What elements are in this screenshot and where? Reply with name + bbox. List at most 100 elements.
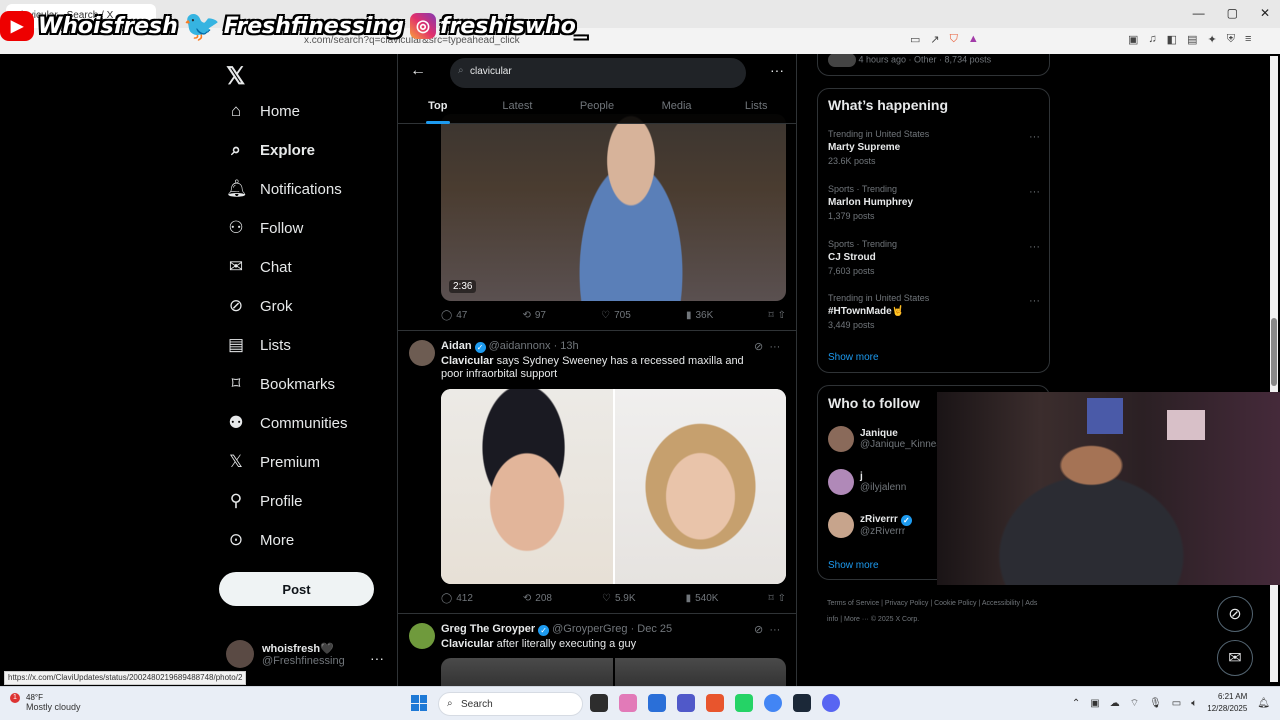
nav-more[interactable]: ⊙ More xyxy=(226,521,294,559)
nav-explore[interactable]: ⌕ Explore xyxy=(226,131,315,169)
nav-home[interactable]: ⌂ Home xyxy=(226,92,300,130)
close-icon[interactable]: ✕ xyxy=(1260,6,1270,20)
tweet-author-handle[interactable]: @aidannonx xyxy=(489,340,551,352)
more-icon[interactable]: ··· xyxy=(769,341,780,353)
bookmark-button[interactable]: ⌑ ⇧ xyxy=(768,310,786,321)
wallet-icon[interactable]: ▤ xyxy=(1187,33,1197,46)
share-icon[interactable]: ⇧ xyxy=(778,310,786,321)
follow-suggestion[interactable]: zRiverrr ✓ @zRiverrr xyxy=(828,512,915,538)
tab-people[interactable]: People xyxy=(557,96,637,124)
bookmark-button[interactable]: ⌑ ⇧ xyxy=(768,593,786,604)
chevron-up-icon[interactable]: ⌃ xyxy=(1072,698,1080,709)
more-icon[interactable]: ··· xyxy=(1029,295,1040,307)
footer-links[interactable]: Terms of Service | Privacy Policy | Cook… xyxy=(827,596,1047,628)
tweet-author-name[interactable]: Aidan xyxy=(441,340,472,352)
reply-button[interactable]: ◯ 412 xyxy=(441,593,473,604)
tab-latest[interactable]: Latest xyxy=(478,96,558,124)
app-tray-icon[interactable]: ▣ xyxy=(1090,698,1099,709)
show-more-link[interactable]: Show more xyxy=(828,560,879,571)
tweet-video[interactable]: 2:36 xyxy=(441,114,786,301)
nav-follow[interactable]: ⚇ Follow xyxy=(226,209,303,247)
grok-icon[interactable]: ⊘ xyxy=(754,624,763,636)
like-button[interactable]: ♡ 5.9K xyxy=(602,593,636,604)
share-icon[interactable]: ⇧ xyxy=(778,593,786,604)
minimize-icon[interactable]: — xyxy=(1193,6,1205,20)
weather-widget[interactable]: 1 48°F Mostly cloudy xyxy=(10,693,81,712)
volume-icon[interactable]: 🔈︎ xyxy=(1191,698,1197,709)
tweet-author-handle[interactable]: @GroyperGreg xyxy=(552,623,627,635)
show-more-link[interactable]: Show more xyxy=(828,352,879,363)
page-scrollbar[interactable] xyxy=(1270,56,1278,682)
chrome-icon[interactable] xyxy=(764,694,782,712)
tweet-images[interactable] xyxy=(441,389,786,584)
more-icon[interactable]: ··· xyxy=(769,624,780,636)
tab-lists[interactable]: Lists xyxy=(716,96,796,124)
tweet-time[interactable]: · Dec 25 xyxy=(631,623,673,635)
x-logo-icon[interactable]: 𝕏 xyxy=(226,62,245,91)
taskbar-search[interactable]: ⌕ Search xyxy=(438,692,583,716)
menu-icon[interactable]: ≡ xyxy=(1245,33,1251,46)
follow-suggestion[interactable]: j @ilyjalenn xyxy=(828,469,906,495)
windows-start-icon[interactable] xyxy=(411,695,427,711)
chat-app-icon[interactable] xyxy=(735,694,753,712)
nav-chat[interactable]: ✉ Chat xyxy=(226,248,292,286)
tweet-photo-2[interactable] xyxy=(614,658,786,686)
more-icon[interactable]: ··· xyxy=(1029,131,1040,143)
like-button[interactable]: ♡ 705 xyxy=(601,310,631,321)
tab-top[interactable]: Top xyxy=(398,96,478,124)
more-icon[interactable]: ··· xyxy=(1029,186,1040,198)
panel-icon[interactable]: ◧ xyxy=(1167,33,1177,46)
messages-fab-icon[interactable]: ✉ xyxy=(1217,640,1253,676)
trend-card-top[interactable]: 4 hours ago · Other · 8,734 posts xyxy=(817,54,1050,76)
copilot-icon[interactable] xyxy=(619,694,637,712)
grok-icon[interactable]: ⊘ xyxy=(754,341,763,353)
post-button[interactable]: Post xyxy=(219,572,374,606)
trend-item[interactable]: Sports · Trending CJ Stroud 7,603 posts … xyxy=(828,239,1040,276)
tweet-photo-1[interactable] xyxy=(441,658,613,686)
cast-icon[interactable]: ▭ xyxy=(910,33,920,46)
tweet-time[interactable]: · 13h xyxy=(554,340,579,352)
account-switcher[interactable]: whoisfresh🖤 @Freshfinessing xyxy=(226,640,345,668)
task-view-icon[interactable] xyxy=(590,694,608,712)
more-icon[interactable]: ··· xyxy=(1029,241,1040,253)
grok-fab-icon[interactable]: ⊘ xyxy=(1217,596,1253,632)
shield-icon[interactable]: ⛉ xyxy=(950,33,958,46)
scrollbar-thumb[interactable] xyxy=(1271,318,1277,386)
nav-lists[interactable]: ▤ Lists xyxy=(226,326,291,364)
back-arrow-icon[interactable]: ← xyxy=(410,62,426,80)
microphone-icon[interactable]: 🎙︎ xyxy=(1149,698,1162,709)
maximize-icon[interactable]: ▢ xyxy=(1227,6,1238,20)
reply-button[interactable]: ◯ 47 xyxy=(441,310,467,321)
tweet-photo-2[interactable] xyxy=(614,389,786,584)
vpn-icon[interactable]: ⛨ xyxy=(1227,33,1235,46)
nav-grok[interactable]: ⊘ Grok xyxy=(226,287,293,325)
clock[interactable]: 6:21 AM 12/28/2025 xyxy=(1207,691,1247,715)
tweet-images[interactable] xyxy=(441,658,786,686)
teams-icon[interactable] xyxy=(677,694,695,712)
triangle-icon[interactable]: ▲ xyxy=(968,33,979,46)
tweet-author-name[interactable]: Greg The Groyper xyxy=(441,623,535,635)
more-icon[interactable]: ··· xyxy=(370,650,384,666)
sidebar-icon[interactable]: ▣ xyxy=(1128,33,1138,46)
discord-icon[interactable] xyxy=(822,694,840,712)
share-icon[interactable]: ↗ xyxy=(930,33,939,46)
nav-premium[interactable]: 𝕏 Premium xyxy=(226,443,320,481)
follow-suggestion[interactable]: Janique @Janique_Kinnea xyxy=(828,426,942,452)
brave-icon[interactable] xyxy=(706,694,724,712)
repost-button[interactable]: ⟲ 97 xyxy=(522,310,546,321)
bell-icon[interactable]: 🔔︎ xyxy=(1257,698,1270,709)
more-icon[interactable]: ··· xyxy=(770,62,784,78)
trend-item[interactable]: Trending in United States #HTownMade🤘 3,… xyxy=(828,293,1040,330)
views-button[interactable]: ▮ 36K xyxy=(686,310,713,321)
nav-bookmarks[interactable]: ⌑ Bookmarks xyxy=(226,365,335,403)
cloud-icon[interactable]: ☁ xyxy=(1110,698,1120,709)
music-icon[interactable]: ♫ xyxy=(1148,33,1156,46)
trend-item[interactable]: Sports · Trending Marlon Humphrey 1,379 … xyxy=(828,184,1040,221)
nav-profile[interactable]: ⚲ Profile xyxy=(226,482,303,520)
nav-communities[interactable]: ⚉ Communities xyxy=(226,404,347,442)
search-input[interactable]: ⌕ clavicular xyxy=(450,58,746,88)
store-icon[interactable] xyxy=(648,694,666,712)
repost-button[interactable]: ⟲ 208 xyxy=(523,593,552,604)
ai-icon[interactable]: ✦ xyxy=(1207,33,1216,46)
steam-icon[interactable] xyxy=(793,694,811,712)
